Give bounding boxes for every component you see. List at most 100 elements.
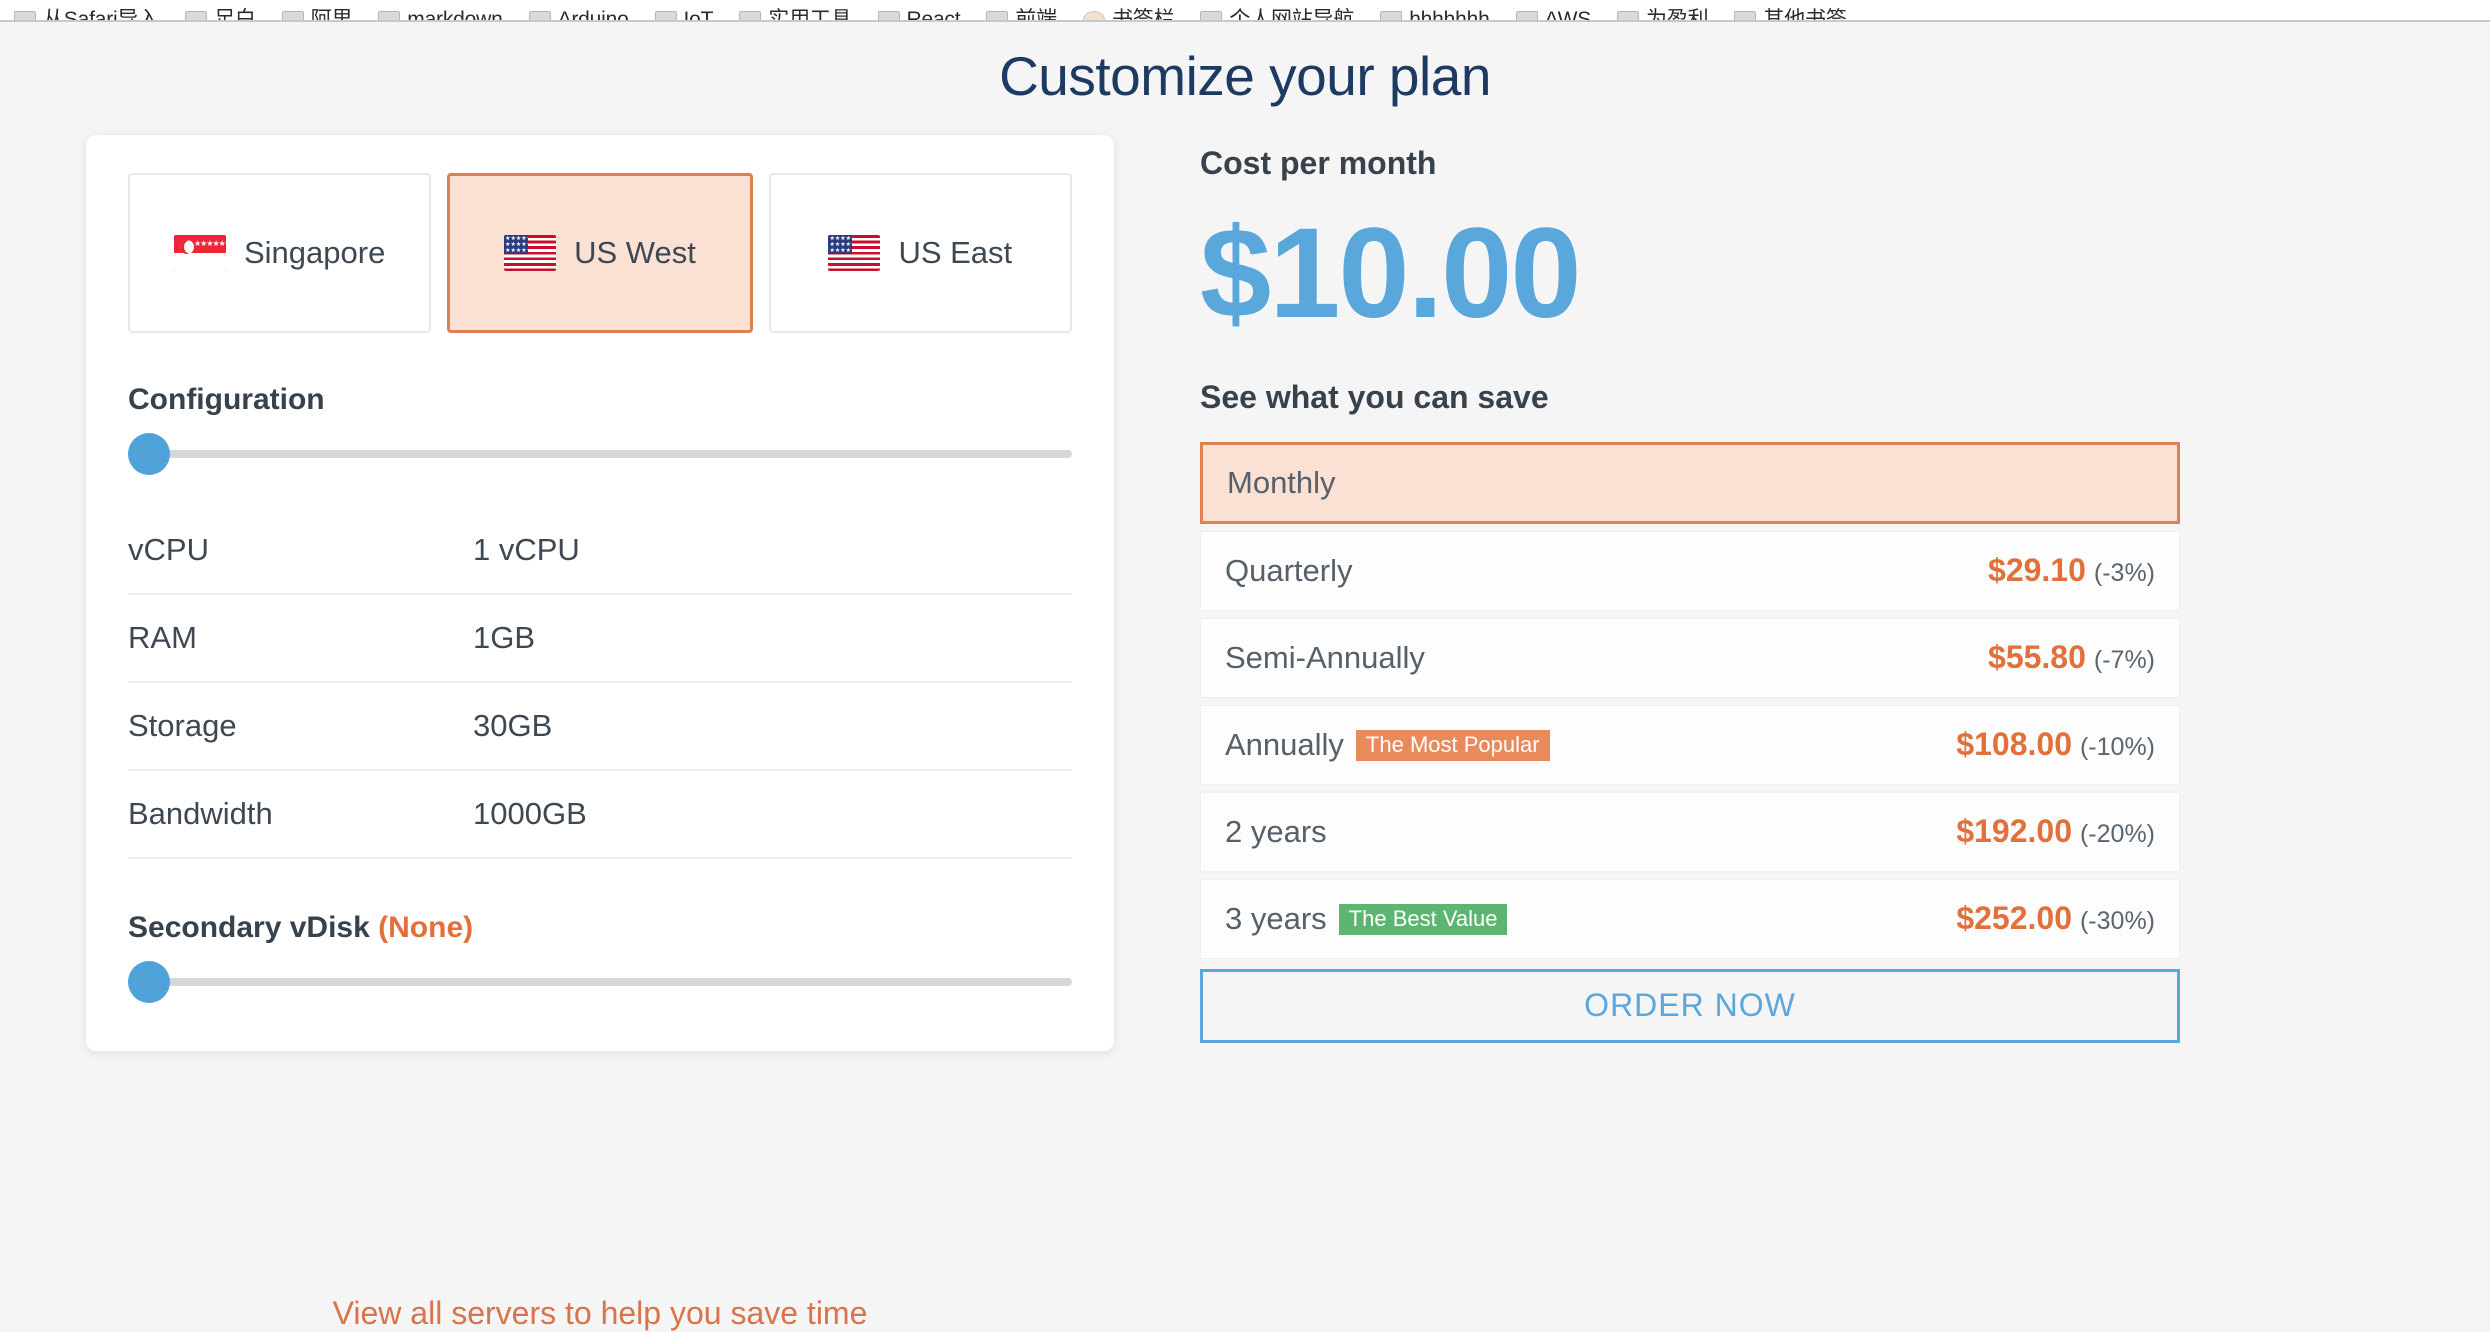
spec-value: 30GB [473,707,553,743]
bookmark-label: 为盈利 [1646,8,1709,22]
bookmark-label: 实用工具 [768,8,852,22]
spec-key: Storage [128,707,237,743]
bookmark-item[interactable]: Arduino [528,8,629,22]
secondary-vdisk-value: (None) [378,910,474,944]
bookmark-label: 阿里 [310,8,353,22]
order-now-button[interactable]: ORDER NOW [1200,968,2180,1043]
region-card-us-east[interactable]: ★★★★★★★★★★★★★★★ US East [768,172,1072,333]
billing-term-label: Annually [1225,726,1344,762]
flag-usa-icon: ★★★★★★★★★★★★★★★ [504,234,557,271]
view-all-servers-link[interactable]: View all servers to help you save time [333,1295,868,1331]
bookmark-label: markdown [407,8,503,22]
bookmark-item[interactable]: 书签栏 [1082,9,1175,20]
billing-term: Semi-Annually [1225,640,1425,676]
flag-singapore-icon: ★★★★★ [173,234,226,271]
billing-term: Monthly [1227,465,1336,501]
bookmark-item[interactable]: 阿里 [281,8,353,22]
billing-price-group: $252.00 (-30%) [1956,900,2155,937]
browser-bookmarks-bar[interactable]: 从Safari导入 足白 阿里 markdown Arduino IoT 实用工具 React… [0,0,2490,22]
billing-discount: (-10%) [2079,733,2155,762]
bookmark-item[interactable]: hhhhhhh [1380,9,1490,20]
bookmark-label: 其他书签 [1763,8,1847,22]
bookmark-item[interactable]: 实用工具 [739,8,852,22]
bookmark-item[interactable]: markdown [378,8,503,22]
configuration-card: ★★★★★Singapore★★★★★★★★★★★★★★★US West★★★★… [86,134,1114,1051]
secondary-vdisk-heading: Secondary vDisk (None) [128,911,1072,945]
bookmark-folder-icon [281,11,304,20]
region-card-singapore[interactable]: ★★★★★ Singapore [128,172,432,333]
billing-option-row[interactable]: Monthly [1200,441,2180,524]
page-content: Customize your plan ★★★★★ Singapore ★★★★ ★★… [0,22,2490,1332]
bookmark-folder-icon [185,11,208,20]
billing-discount: (-30%) [2079,907,2155,936]
configuration-slider[interactable] [128,431,1072,477]
bookmark-folder-icon [1380,11,1403,20]
billing-price-group: $192.00 (-20%) [1956,813,2155,850]
cost-per-month-label: Cost per month [1200,144,1437,181]
billing-term: Quarterly [1225,553,1352,589]
spec-value: 1000GB [473,795,587,831]
bookmark-item[interactable]: React [877,9,961,20]
billing-discount: (-3%) [2093,559,2155,588]
region-label: Singapore [243,234,386,270]
billing-price: $192.00 [1956,813,2072,850]
billing-term-label: Semi-Annually [1225,639,1425,675]
bookmark-item[interactable]: 为盈利 [1617,8,1709,22]
bookmark-folder-icon [1734,11,1757,20]
secondary-vdisk-slider[interactable] [128,959,1072,1005]
bookmark-folder-icon [739,11,762,20]
bookmark-label: 足白 [214,8,256,22]
secondary-vdisk-label: Secondary vDisk [128,910,370,944]
bookmark-folder-icon [877,11,900,20]
spec-row: RAM 1GB [128,595,1072,683]
spec-table: vCPU 1 vCPU RAM 1GB Storage 30GB Bandwidth 1000… [128,507,1072,859]
billing-term-label: 2 years [1225,813,1327,849]
bookmark-folder-icon [1200,11,1223,20]
spec-row: vCPU 1 vCPU [128,507,1072,595]
bookmark-folder-icon [528,11,551,20]
bookmark-label: 个人网站导航 [1229,8,1355,22]
bookmark-label: Arduino [557,8,629,22]
bookmark-item[interactable]: 其他书签 [1734,8,1847,22]
billing-price: $29.10 [1988,552,2086,589]
bookmark-item[interactable]: 前端 [986,9,1057,20]
bookmark-label: AWS [1544,8,1592,22]
billing-discount: (-7%) [2093,646,2155,675]
configuration-slider-track[interactable] [128,449,1072,458]
region-label: US West [574,234,696,270]
region-card-us-west[interactable]: ★★★★★★★★★★★★★★★ US West [447,172,753,333]
secondary-vdisk-slider-track[interactable] [128,977,1072,986]
bookmark-folder-icon [654,11,677,20]
right-column: Cost per month $10.00 See what you can s… [1200,135,2200,1043]
billing-price-group: $55.80 (-7%) [1988,639,2155,676]
bookmark-item[interactable]: 个人网站导航 [1200,8,1355,22]
configuration-heading: Configuration [128,382,325,416]
billing-term-label: 3 years [1225,900,1327,936]
spec-row: Bandwidth 1000GB [128,771,1072,859]
billing-badge: The Best Value [1338,904,1508,936]
billing-discount: (-20%) [2079,820,2155,849]
spec-row: Storage 30GB [128,683,1072,771]
price-amount: $10.00 [1200,201,1582,345]
bookmark-label: 从Safari导入 [43,8,160,22]
bookmark-folder-icon [1515,11,1538,20]
secondary-vdisk-slider-handle[interactable] [128,960,170,1003]
billing-option-row[interactable]: Semi-Annually $55.80 (-7%) [1200,617,2180,698]
billing-term: 3 years The Best Value [1225,900,1508,937]
billing-option-row[interactable]: 2 years $192.00 (-20%) [1200,791,2180,872]
bottom-link-wrap: View all servers to help you save time [0,1295,1200,1332]
bookmark-item[interactable]: 从Safari导入 [14,8,160,22]
configuration-slider-handle[interactable] [128,432,170,475]
bookmark-item[interactable]: 足白 [185,8,256,22]
bookmark-item[interactable]: AWS [1515,8,1592,22]
billing-term: 2 years [1225,814,1327,850]
billing-option-row[interactable]: 3 years The Best Value $252.00 (-30%) [1200,878,2180,959]
bookmark-item[interactable]: IoT [654,9,713,20]
billing-option-row[interactable]: Annually The Most Popular $108.00 (-10%) [1200,704,2180,785]
billing-term: Annually The Most Popular [1225,727,1550,763]
billing-term-label: Quarterly [1225,552,1353,588]
billing-options-list: Monthly Quarterly $29.10 (-3%) Semi-Annually… [1200,441,2180,959]
billing-term-label: Monthly [1227,464,1336,500]
billing-option-row[interactable]: Quarterly $29.10 (-3%) [1200,530,2180,611]
spec-key: RAM [128,619,197,655]
